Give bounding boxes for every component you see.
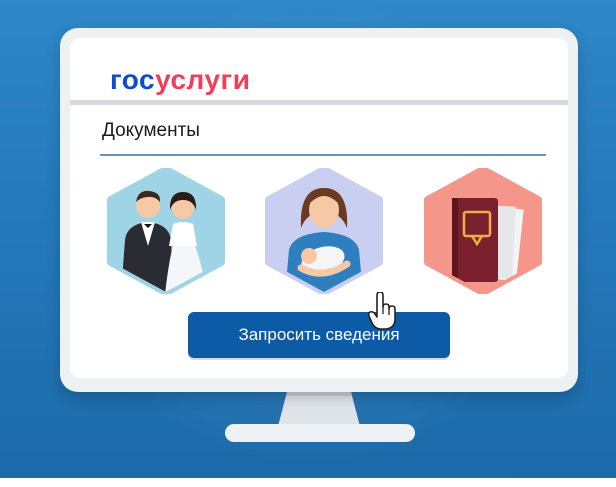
hand-pointer-icon bbox=[368, 292, 396, 330]
header-divider bbox=[70, 100, 568, 105]
gosuslugi-logo[interactable]: госуслуги bbox=[110, 64, 250, 96]
section-title: Документы bbox=[102, 120, 200, 141]
wedding-couple-icon[interactable] bbox=[103, 168, 229, 294]
bottom-strip bbox=[0, 478, 616, 487]
mother-with-baby-icon[interactable] bbox=[261, 168, 387, 294]
monitor-stand-base bbox=[225, 424, 415, 442]
monitor: госуслуги Документы Запросить сведения bbox=[60, 28, 578, 392]
request-info-button[interactable]: Запросить сведения bbox=[188, 312, 450, 358]
passport-icon[interactable] bbox=[420, 168, 546, 294]
section-underline bbox=[100, 154, 546, 156]
monitor-screen: госуслуги Документы Запросить сведения bbox=[70, 38, 568, 378]
logo-part-uslugi: услуги bbox=[155, 64, 251, 95]
logo-part-gos: гос bbox=[110, 64, 156, 95]
